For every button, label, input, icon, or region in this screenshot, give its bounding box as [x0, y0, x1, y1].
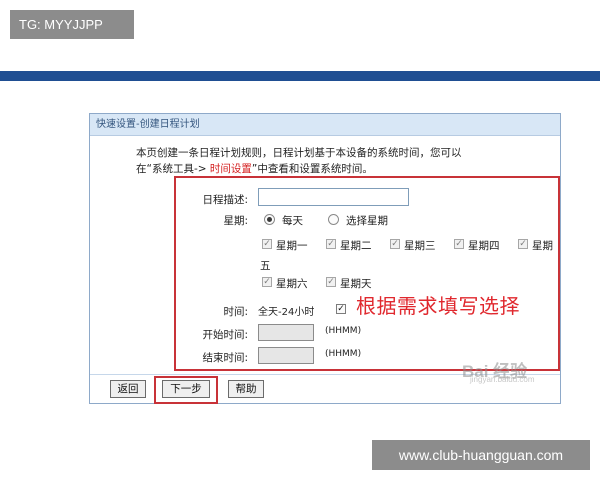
label-saturday: 星期六: [276, 278, 308, 290]
checkbox-friday[interactable]: ✓: [518, 239, 528, 249]
time-label: 时间:: [223, 306, 248, 318]
intro-suffix: ”中查看和设置系统时间。: [251, 163, 373, 175]
radio-select-label: 选择星期: [346, 215, 388, 227]
checkbox-sunday[interactable]: ✓: [326, 277, 336, 287]
radio-everyday-label: 每天: [282, 215, 303, 227]
checkbox-thursday[interactable]: ✓: [454, 239, 464, 249]
label-friday-part1: 星期: [532, 240, 553, 252]
label-thursday: 星期四: [468, 240, 500, 252]
tg-label: TG: MYYJJPP: [10, 10, 134, 39]
checkbox-wednesday[interactable]: ✓: [390, 239, 400, 249]
help-button[interactable]: 帮助: [228, 380, 264, 398]
baidu-watermark-sub: jingyan.baidu.com: [470, 375, 535, 384]
dialog-title: 快速设置-创建日程计划: [90, 114, 560, 136]
back-button[interactable]: 返回: [110, 380, 146, 398]
radio-select-days[interactable]: [328, 214, 339, 225]
label-tuesday: 星期二: [340, 240, 372, 252]
site-label: www.club-huangguan.com: [372, 440, 590, 470]
end-time-input[interactable]: [258, 347, 314, 364]
checkbox-allday[interactable]: ✓: [336, 304, 346, 314]
checkbox-monday[interactable]: ✓: [262, 239, 272, 249]
label-monday: 星期一: [276, 240, 308, 252]
intro-line-2: 在“系统工具-> 时间设置”中查看和设置系统时间。: [136, 161, 546, 177]
allday-label: 全天-24小时: [258, 307, 315, 318]
radio-everyday[interactable]: [264, 214, 275, 225]
desc-input[interactable]: [258, 188, 409, 206]
checkbox-saturday[interactable]: ✓: [262, 277, 272, 287]
end-hhmm-hint: (HHMM): [325, 349, 362, 359]
top-banner-band: [0, 71, 600, 81]
intro-prefix: 在“系统工具->: [136, 163, 210, 175]
end-time-label: 结束时间:: [202, 352, 248, 364]
label-wednesday: 星期三: [404, 240, 436, 252]
next-button[interactable]: 下一步: [162, 380, 210, 398]
label-sunday: 星期天: [340, 278, 372, 290]
intro-text: 本页创建一条日程计划规则，日程计划基于本设备的系统时间，您可以 在“系统工具->…: [136, 145, 546, 177]
label-friday-part2: 五: [260, 260, 271, 272]
desc-label: 日程描述:: [202, 194, 248, 206]
week-label: 星期:: [223, 215, 248, 227]
checkbox-tuesday[interactable]: ✓: [326, 239, 336, 249]
time-settings-link[interactable]: 时间设置: [210, 163, 252, 175]
start-time-input[interactable]: [258, 324, 314, 341]
start-hhmm-hint: (HHMM): [325, 326, 362, 336]
annotation-text: 根据需求填写选择: [356, 294, 520, 318]
intro-line-1: 本页创建一条日程计划规则，日程计划基于本设备的系统时间，您可以: [136, 147, 462, 159]
start-time-label: 开始时间:: [202, 329, 248, 341]
